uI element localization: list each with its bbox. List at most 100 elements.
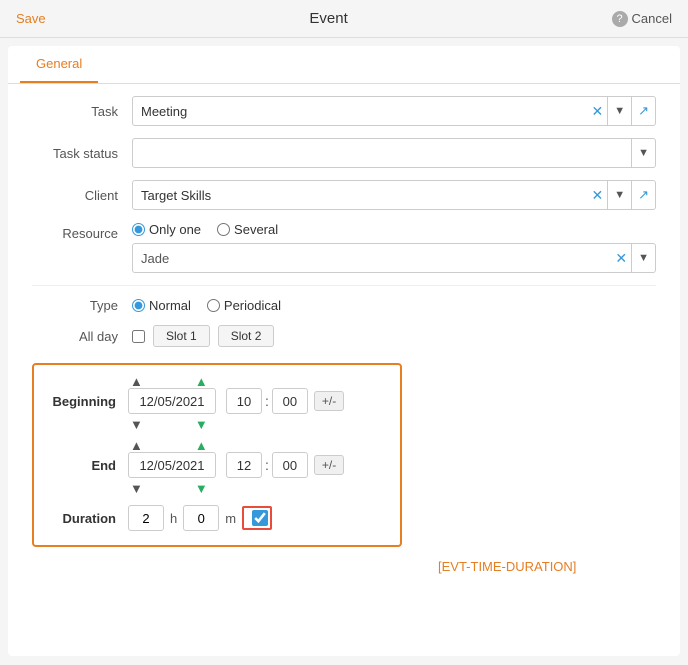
cancel-label: Cancel (632, 11, 672, 26)
resource-several-label: Several (234, 222, 278, 237)
allday-row: All day Slot 1 Slot 2 (32, 325, 656, 347)
duration-mins-input[interactable] (183, 505, 219, 531)
beginning-date-up-button[interactable]: ▲ (128, 375, 145, 388)
slot1-button[interactable]: Slot 1 (153, 325, 210, 347)
task-status-row: Task status ▼ (32, 138, 656, 168)
type-normal-radio[interactable] (132, 299, 145, 312)
slot2-button[interactable]: Slot 2 (218, 325, 275, 347)
resource-only-one[interactable]: Only one (132, 222, 201, 237)
client-dropdown-button[interactable]: ▼ (607, 181, 631, 209)
type-normal-label: Normal (149, 298, 191, 313)
beginning-up-arrows: ▲ ▲ (128, 375, 386, 388)
type-control: Normal Periodical (132, 298, 656, 313)
end-date-up-button[interactable]: ▲ (128, 439, 145, 452)
end-label: End (48, 458, 128, 473)
top-bar: Save Event ? Cancel (0, 0, 688, 38)
task-dropdown-button[interactable]: ▼ (607, 97, 631, 125)
client-control: ✕ ▼ ↗ (132, 180, 656, 210)
client-row: Client ✕ ▼ ↗ (32, 180, 656, 210)
resource-label: Resource (32, 222, 132, 241)
beginning-date-down-arrows: ▼ (128, 418, 145, 431)
beginning-hour-down-button[interactable]: ▼ (193, 418, 210, 431)
duration-label: Duration (48, 511, 128, 526)
task-input[interactable] (133, 104, 587, 119)
end-time-up-arrows: ▲ (193, 439, 210, 452)
end-hour-input[interactable] (226, 452, 262, 478)
end-hour-down-button[interactable]: ▼ (193, 482, 210, 495)
duration-row: Duration h m (48, 505, 386, 531)
beginning-hour-up-button[interactable]: ▲ (193, 375, 210, 388)
resource-row: Resource Only one Several Jade ✕ ▼ (32, 222, 656, 273)
type-periodical-label: Periodical (224, 298, 281, 313)
beginning-time-down-arrows: ▼ (193, 418, 210, 431)
task-status-input-group: ▼ (132, 138, 656, 168)
end-time-down-arrows: ▼ (193, 482, 210, 495)
beginning-date-input[interactable] (128, 388, 216, 414)
type-normal[interactable]: Normal (132, 298, 191, 313)
duration-checkbox[interactable] (252, 510, 268, 526)
form-area: Task ✕ ▼ ↗ Task status ▼ Clien (8, 84, 680, 596)
task-external-button[interactable]: ↗ (631, 97, 655, 125)
end-date-input[interactable] (128, 452, 216, 478)
evt-time-duration-label: [EVT-TIME-DURATION] (438, 559, 576, 574)
cancel-button[interactable]: ? Cancel (612, 11, 672, 27)
task-input-group: ✕ ▼ ↗ (132, 96, 656, 126)
task-control: ✕ ▼ ↗ (132, 96, 656, 126)
task-status-control: ▼ (132, 138, 656, 168)
end-colon: : (262, 457, 272, 473)
beginning-label: Beginning (48, 394, 128, 409)
end-min-input[interactable] (272, 452, 308, 478)
task-row: Task ✕ ▼ ↗ (32, 96, 656, 126)
hours-unit: h (170, 511, 177, 526)
client-external-button[interactable]: ↗ (631, 181, 655, 209)
type-periodical-radio[interactable] (207, 299, 220, 312)
task-clear-button[interactable]: ✕ (587, 104, 607, 118)
duration-hours-input[interactable] (128, 505, 164, 531)
task-status-label: Task status (32, 146, 132, 161)
beginning-hour-input[interactable] (226, 388, 262, 414)
type-row: Type Normal Periodical (32, 298, 656, 313)
resource-dropdown-button[interactable]: ▼ (631, 244, 655, 272)
help-icon: ? (612, 11, 628, 27)
main-content: General Task ✕ ▼ ↗ Task status ▼ (8, 46, 680, 656)
end-hour-up-button[interactable]: ▲ (193, 439, 210, 452)
end-plusminus-button[interactable]: +/- (314, 455, 344, 475)
beginning-plusminus-button[interactable]: +/- (314, 391, 344, 411)
client-input[interactable] (133, 188, 587, 203)
type-radio-group: Normal Periodical (132, 298, 281, 313)
type-label: Type (32, 298, 132, 313)
end-date-down-button[interactable]: ▼ (128, 482, 145, 495)
resource-only-one-label: Only one (149, 222, 201, 237)
end-date-down-arrows: ▼ (128, 482, 145, 495)
save-button[interactable]: Save (16, 11, 46, 26)
resource-several-radio[interactable] (217, 223, 230, 236)
resource-several[interactable]: Several (217, 222, 278, 237)
allday-checkbox[interactable] (132, 330, 145, 343)
beginning-row: Beginning : +/- (48, 388, 386, 414)
tab-general[interactable]: General (20, 46, 98, 83)
task-label: Task (32, 104, 132, 119)
resource-only-one-radio[interactable] (132, 223, 145, 236)
task-status-dropdown-button[interactable]: ▼ (631, 139, 655, 167)
client-input-group: ✕ ▼ ↗ (132, 180, 656, 210)
client-clear-button[interactable]: ✕ (587, 188, 607, 202)
end-down-arrows: ▼ ▼ (128, 482, 386, 495)
beginning-time-up-arrows: ▲ (193, 375, 210, 388)
beginning-down-arrows: ▼ ▼ (128, 418, 386, 431)
beginning-date-up-arrows: ▲ (128, 375, 145, 388)
type-periodical[interactable]: Periodical (207, 298, 281, 313)
allday-label: All day (32, 329, 132, 344)
client-label: Client (32, 188, 132, 203)
resource-dropdown-group: Jade ✕ ▼ (132, 243, 656, 273)
datetime-box: ▲ ▲ Beginning : +/- (32, 363, 402, 547)
beginning-date-down-button[interactable]: ▼ (128, 418, 145, 431)
end-row: End : +/- (48, 452, 386, 478)
beginning-min-input[interactable] (272, 388, 308, 414)
resource-clear-button[interactable]: ✕ (611, 250, 631, 267)
end-up-arrows: ▲ ▲ (128, 439, 386, 452)
allday-control: Slot 1 Slot 2 (132, 325, 656, 347)
resource-control: Only one Several Jade ✕ ▼ (132, 222, 656, 273)
mins-unit: m (225, 511, 236, 526)
resource-value: Jade (133, 251, 611, 266)
resource-radio-group: Only one Several (132, 222, 278, 237)
